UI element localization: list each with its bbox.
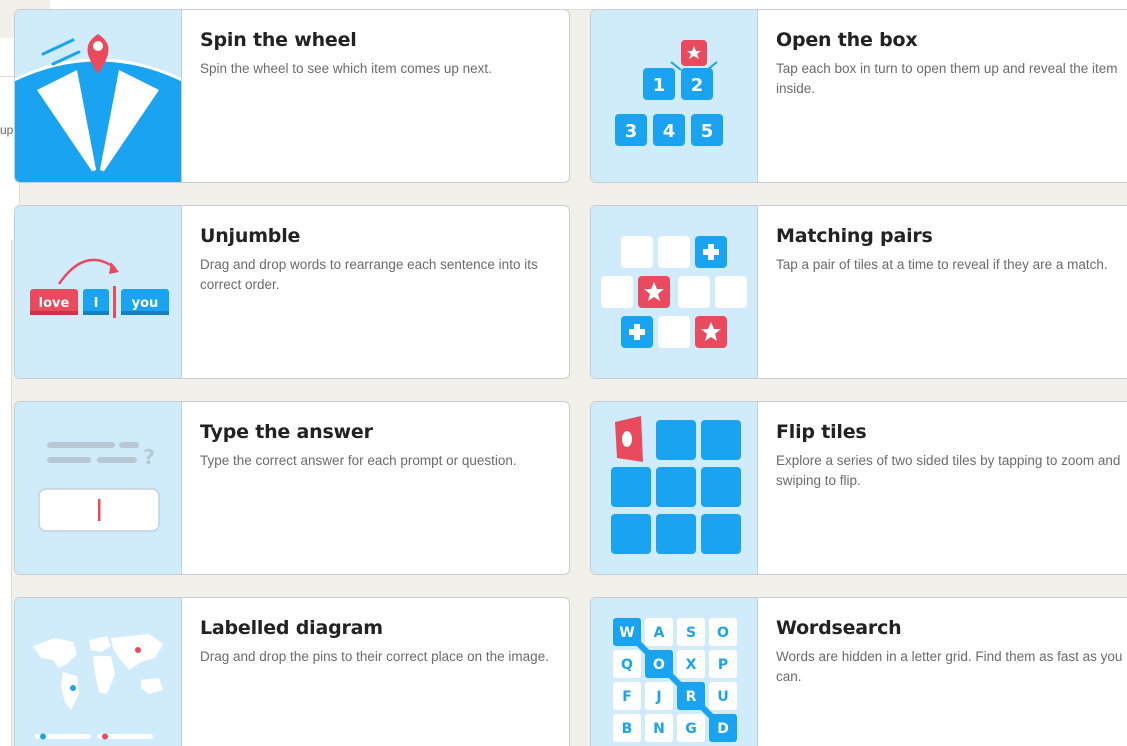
wordsearch-letter: W [619, 625, 634, 641]
wordsearch-highlight-line [624, 629, 726, 731]
wordsearch-letter: G [685, 721, 697, 737]
flip-tiles-icon [591, 402, 758, 574]
template-title: Matching pairs [776, 225, 933, 247]
wordsearch-icon: W A S O Q O X P F J R U B N G D [591, 598, 758, 746]
template-description: Drag and drop the pins to their correct … [200, 649, 549, 664]
labelled-diagram-icon [15, 598, 182, 746]
wordsearch-letter: X [686, 657, 697, 673]
word-tile: I [94, 296, 99, 311]
template-description: Tap each box in turn to open them up and… [776, 61, 1118, 96]
template-card-flip-tiles[interactable]: Flip tiles Explore a series of two sided… [590, 401, 1127, 575]
template-description: Words are hidden in a letter grid. Find … [776, 649, 1123, 684]
template-picker: up Spin the wheel Spin the wheel to see … [0, 0, 1127, 746]
wordsearch-letter: J [655, 689, 661, 705]
open-box-icon: 1 2 3 4 5 [591, 10, 758, 182]
template-card-spin-the-wheel[interactable]: Spin the wheel Spin the wheel to see whi… [14, 9, 570, 183]
wordsearch-letter: O [653, 657, 665, 673]
wordsearch-letter: Q [621, 657, 633, 673]
wordsearch-letter: S [686, 625, 696, 641]
template-description: Spin the wheel to see which item comes u… [200, 61, 492, 76]
template-card-open-the-box[interactable]: 1 2 3 4 5 Open the box Tap each box in t… [590, 9, 1127, 183]
unjumble-icon: love I you [15, 206, 182, 378]
template-title: Unjumble [200, 225, 301, 247]
template-card-matching-pairs[interactable]: Matching pairs Tap a pair of tiles at a … [590, 205, 1127, 379]
matching-pairs-icon [591, 206, 758, 378]
prompt-mark: ? [143, 445, 155, 469]
template-title: Flip tiles [776, 421, 867, 443]
template-card-type-the-answer[interactable]: ? Type the answer Type the correct answe… [14, 401, 570, 575]
wordsearch-letter: N [653, 721, 665, 737]
background-panel-left-lower [0, 240, 12, 746]
wordsearch-letter: P [718, 657, 728, 673]
template-title: Open the box [776, 29, 918, 51]
background-text-snippet: up [0, 123, 14, 137]
wordsearch-letter: R [686, 689, 697, 705]
template-description: Type the correct answer for each prompt … [200, 453, 517, 468]
box-number: 4 [663, 121, 676, 142]
template-description: Tap a pair of tiles at a time to reveal … [776, 257, 1108, 272]
box-number: 1 [653, 75, 666, 96]
box-number: 3 [625, 121, 638, 142]
template-title: Labelled diagram [200, 617, 383, 639]
template-card-unjumble[interactable]: love I you Unjumble Drag and drop words … [14, 205, 570, 379]
wordsearch-letter: D [717, 721, 729, 737]
spin-wheel-icon [15, 10, 182, 182]
template-title: Type the answer [200, 421, 373, 443]
wordsearch-letter: F [622, 689, 632, 705]
wordsearch-letter: A [654, 625, 665, 641]
wordsearch-letter: B [622, 721, 633, 737]
box-number: 5 [701, 121, 714, 142]
word-tile: love [39, 296, 70, 311]
template-description: Drag and drop words to rearrange each se… [200, 257, 538, 292]
type-answer-icon: ? [15, 402, 182, 574]
template-title: Wordsearch [776, 617, 902, 639]
template-card-labelled-diagram[interactable]: Labelled diagram Drag and drop the pins … [14, 597, 570, 746]
template-title: Spin the wheel [200, 29, 357, 51]
template-description: Explore a series of two sided tiles by t… [776, 453, 1121, 488]
box-number: 2 [691, 75, 704, 96]
wordsearch-letter: O [717, 625, 729, 641]
wordsearch-letter: U [717, 689, 728, 705]
word-tile: you [132, 296, 159, 311]
template-card-wordsearch[interactable]: W A S O Q O X P F J R U B N G D Wordsearch Words are hi… [590, 597, 1127, 746]
